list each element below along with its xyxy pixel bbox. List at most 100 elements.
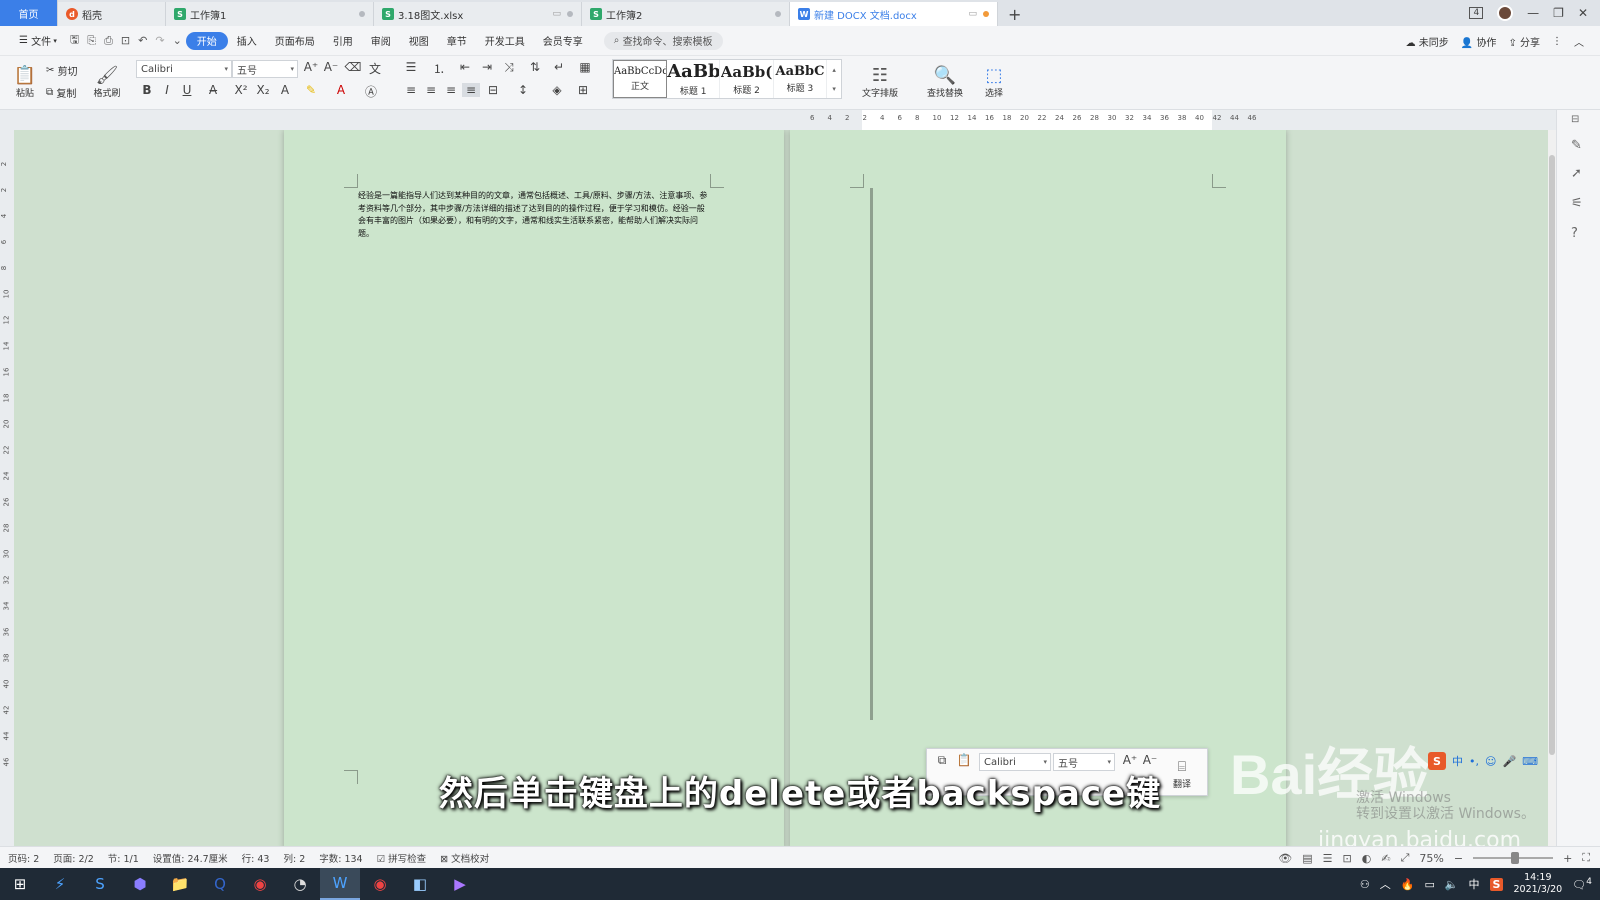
chrome-icon[interactable]: ◉ bbox=[240, 868, 280, 900]
distribute-icon[interactable]: ⊟ bbox=[484, 83, 502, 97]
menu-developer[interactable]: 开发工具 bbox=[476, 32, 534, 50]
style-heading-3[interactable]: AaBbC 标题 3 bbox=[774, 60, 828, 98]
redo-icon[interactable]: ↷ bbox=[151, 34, 168, 47]
increase-indent-icon[interactable]: ⇥ bbox=[478, 60, 496, 74]
paragraph-text[interactable]: 经验是一篇能指导人们达到某种目的的文章，通常包括概述、工具/原料、步骤/方法、注… bbox=[358, 190, 708, 240]
menu-start[interactable]: 开始 bbox=[185, 31, 228, 50]
undo-icon[interactable]: ↶ bbox=[134, 34, 151, 47]
web-view-icon[interactable]: ⊡ bbox=[1343, 852, 1352, 865]
status-line[interactable]: 行: 43 bbox=[242, 851, 270, 865]
strikethrough-icon[interactable]: A̶ bbox=[204, 83, 222, 97]
underline-icon[interactable]: U bbox=[178, 83, 196, 97]
menu-member[interactable]: 会员专享 bbox=[534, 32, 592, 50]
chrome-icon[interactable]: ◉ bbox=[360, 868, 400, 900]
save-icon[interactable]: 🖫 bbox=[66, 31, 83, 50]
style-heading-2[interactable]: AaBb(标题 2 bbox=[720, 60, 774, 98]
collapse-ribbon-icon[interactable]: ︿ bbox=[1574, 34, 1584, 49]
antivirus-icon[interactable]: 🔥 bbox=[1401, 878, 1415, 891]
menu-section[interactable]: 章节 bbox=[438, 32, 476, 50]
text-effect-icon[interactable]: A bbox=[276, 83, 294, 97]
volume-icon[interactable]: 🔈 bbox=[1445, 878, 1459, 891]
ime-indicator[interactable]: 中 bbox=[1469, 876, 1480, 892]
proofread-button[interactable]: ⊠ 文档校对 bbox=[440, 851, 489, 865]
cut-button[interactable]: ✂ 剪切 bbox=[46, 60, 78, 80]
outline-view-icon[interactable]: ☰ bbox=[1323, 852, 1333, 865]
eye-protect-icon[interactable]: 👁 bbox=[1278, 852, 1292, 865]
menu-review[interactable]: 审阅 bbox=[362, 32, 400, 50]
find-replace-button[interactable]: 🔍 查找替换 bbox=[920, 60, 970, 104]
phonetic-icon[interactable]: 文 bbox=[366, 60, 384, 77]
page-1[interactable]: 经验是一篇能指导人们达到某种目的的文章，通常包括概述、工具/原料、步骤/方法、注… bbox=[284, 130, 784, 846]
copy-button[interactable]: ⧉ 复制 bbox=[46, 82, 76, 102]
menu-references[interactable]: 引用 bbox=[324, 32, 362, 50]
shading-icon[interactable]: ◈ bbox=[548, 83, 566, 97]
reading-view-icon[interactable]: ◐ bbox=[1362, 852, 1372, 865]
paste-icon[interactable]: 📋 bbox=[955, 753, 973, 767]
file-menu[interactable]: ☰ 文件 ▾ bbox=[10, 32, 66, 50]
app-icon[interactable]: ⬢ bbox=[120, 868, 160, 900]
grow-font-icon[interactable]: A⁺ bbox=[1121, 753, 1139, 767]
status-pages[interactable]: 页面: 2/2 bbox=[53, 851, 94, 865]
align-left-icon[interactable]: ≡ bbox=[402, 83, 420, 97]
minimize-icon[interactable]: — bbox=[1527, 6, 1539, 20]
superscript-icon[interactable]: X² bbox=[232, 83, 250, 97]
app-icon[interactable]: ⚡ bbox=[40, 868, 80, 900]
print-icon[interactable]: ⎙ bbox=[100, 34, 117, 48]
media-player-icon[interactable]: ▶ bbox=[440, 868, 480, 900]
tab-home[interactable]: 首页 bbox=[0, 0, 58, 26]
grow-font-icon[interactable]: A⁺ bbox=[302, 60, 320, 74]
align-right-icon[interactable]: ≡ bbox=[442, 83, 460, 97]
file-explorer-icon[interactable]: 📁 bbox=[160, 868, 200, 900]
page-view-icon[interactable]: ▤ bbox=[1302, 852, 1312, 865]
sort-icon[interactable]: ⇅ bbox=[526, 60, 544, 74]
collab-button[interactable]: 👤 协作 bbox=[1461, 34, 1497, 49]
ruler-toggle-icon[interactable]: ⊟ bbox=[1571, 114, 1579, 125]
chevron-up-icon[interactable]: ︿ bbox=[1380, 876, 1391, 892]
notification-icon[interactable]: 🗨4 bbox=[1572, 876, 1592, 892]
new-tab-button[interactable]: + bbox=[998, 2, 1031, 26]
status-section[interactable]: 节: 1/1 bbox=[108, 851, 139, 865]
close-icon[interactable]: ✕ bbox=[1578, 6, 1588, 20]
settings-sliders-icon[interactable]: ⚟ bbox=[1571, 196, 1583, 211]
font-size-select[interactable]: 五号 ▾ bbox=[232, 60, 298, 78]
vertical-ruler[interactable]: 2 2 4 6 8 10 12 14 16 18 20 22 24 26 28 30 32 34 36 38 40 42 4… bbox=[0, 130, 14, 846]
tab-docer[interactable]: d 稻壳 bbox=[58, 2, 166, 26]
zoom-slider[interactable] bbox=[1473, 852, 1554, 864]
tab-workbook1[interactable]: S 工作簿1 bbox=[166, 2, 374, 26]
styles-scroll[interactable]: ▴ ▾ bbox=[827, 60, 841, 98]
people-icon[interactable]: ⚇ bbox=[1360, 878, 1370, 891]
align-center-icon[interactable]: ≡ bbox=[422, 83, 440, 97]
zoom-value[interactable]: 75% bbox=[1419, 852, 1443, 865]
browser-icon[interactable]: Q bbox=[200, 868, 240, 900]
justify-icon[interactable]: ≡ bbox=[462, 83, 480, 97]
app-icon[interactable]: ◧ bbox=[400, 868, 440, 900]
pointer-icon[interactable]: ➚ bbox=[1571, 166, 1582, 181]
subscript-icon[interactable]: X₂ bbox=[254, 83, 272, 97]
zoom-thumb[interactable] bbox=[1511, 852, 1520, 864]
menu-page-layout[interactable]: 页面布局 bbox=[266, 32, 324, 50]
more-icon[interactable]: ⋮ bbox=[1552, 36, 1562, 47]
table-insert-icon[interactable]: ▦ bbox=[576, 60, 594, 74]
status-position[interactable]: 设置值: 24.7厘米 bbox=[153, 851, 228, 865]
share-button[interactable]: ⇪ 分享 bbox=[1508, 34, 1540, 49]
paste-button[interactable]: 📋 粘贴 bbox=[8, 60, 42, 104]
style-normal[interactable]: AaBbCcDd 正文 bbox=[613, 60, 667, 98]
line-spacing-icon[interactable]: ↕ bbox=[514, 83, 532, 97]
export-icon[interactable]: ⎘ bbox=[83, 34, 100, 48]
status-word-count[interactable]: 字数: 134 bbox=[319, 851, 362, 865]
fullscreen-icon[interactable]: ⛶ bbox=[1582, 851, 1590, 865]
customize-icon[interactable]: ⌄ bbox=[169, 34, 186, 47]
zoom-in-icon[interactable]: + bbox=[1563, 852, 1572, 865]
sync-button[interactable]: ☁ 未同步 bbox=[1406, 34, 1449, 49]
avatar[interactable] bbox=[1497, 5, 1514, 21]
shrink-font-icon[interactable]: A⁻ bbox=[322, 60, 340, 74]
format-painter-button[interactable]: 🖌 格式刷 bbox=[90, 60, 124, 104]
text-layout-button[interactable]: ☷ 文字排版 bbox=[856, 60, 904, 104]
numbering-icon[interactable]: ⒈ bbox=[430, 60, 448, 77]
restore-icon[interactable]: ❐ bbox=[1553, 6, 1564, 20]
tab-docx[interactable]: W 新建 DOCX 文档.docx ▭ bbox=[790, 2, 998, 26]
window-count-icon[interactable]: 4 bbox=[1469, 7, 1484, 19]
print-preview-icon[interactable]: ⊡ bbox=[117, 34, 134, 47]
edit-pen-icon[interactable]: ✎ bbox=[1571, 138, 1582, 153]
windows-start-icon[interactable]: ⊞ bbox=[0, 868, 40, 900]
